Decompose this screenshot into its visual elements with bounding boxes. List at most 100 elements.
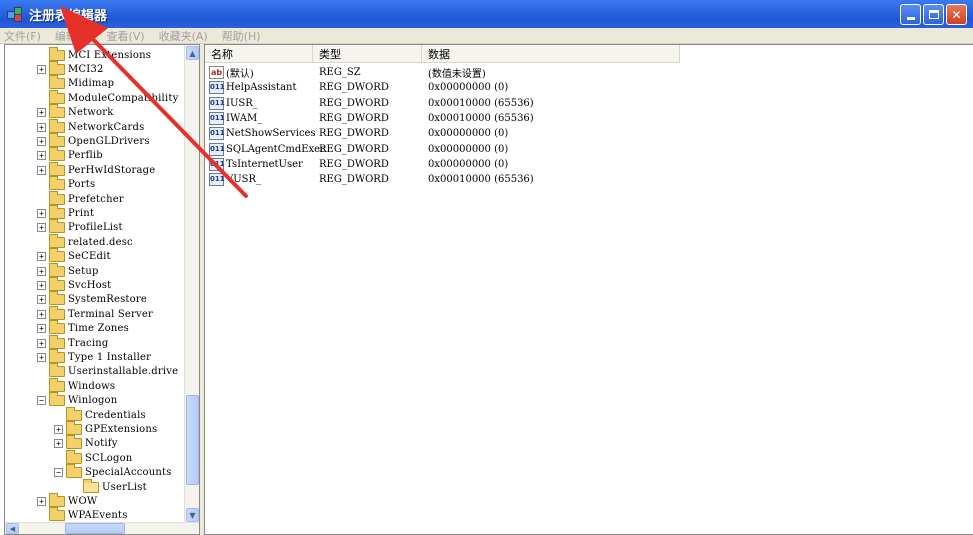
column-header-type[interactable]: 类型: [313, 45, 422, 63]
binary-value-icon: 011: [209, 157, 225, 171]
close-button[interactable]: ✕: [946, 4, 967, 25]
value-name: TsInternetUser: [226, 158, 303, 170]
column-header-data[interactable]: 数据: [422, 45, 680, 63]
minimize-button[interactable]: [900, 4, 921, 25]
tree-item[interactable]: − Winlogon: [37, 392, 117, 408]
menu-edit[interactable]: 编辑(E): [55, 28, 93, 44]
expand-icon[interactable]: +: [37, 309, 46, 319]
value-row[interactable]: 011 VUSR_ REG_DWORD 0x00010000 (65536): [205, 172, 973, 187]
tree-item[interactable]: UserList: [71, 478, 147, 494]
expand-icon[interactable]: +: [37, 223, 46, 233]
expand-icon[interactable]: +: [37, 496, 46, 506]
tree-item[interactable]: + Network: [37, 104, 114, 120]
value-name-cell: 011 HelpAssistant: [209, 80, 297, 95]
menu-favorites[interactable]: 收藏夹(A): [159, 28, 208, 44]
folder-icon: [49, 219, 65, 234]
maximize-icon: [928, 10, 939, 19]
tree-item[interactable]: + ProfileList: [37, 219, 123, 235]
expand-icon[interactable]: +: [37, 151, 46, 161]
expand-icon[interactable]: +: [37, 122, 46, 132]
tree-item[interactable]: + Notify: [54, 435, 118, 451]
collapse-icon[interactable]: −: [37, 396, 46, 406]
value-row[interactable]: 011 TsInternetUser REG_DWORD 0x00000000 (0): [205, 157, 973, 172]
tree-item[interactable]: + SvcHost: [37, 276, 111, 292]
title-bar[interactable]: 注册表编辑器 ✕: [0, 0, 973, 28]
registry-tree-pane[interactable]: MCI Extensions + MCI32 Midimap ModuleCompati…: [4, 44, 200, 535]
registry-values-pane[interactable]: 名称 类型 数据 ab (默认) REG_SZ (数值未设置) 011 HelpAssis…: [204, 44, 973, 535]
value-type: REG_DWORD: [319, 112, 389, 124]
tree-item[interactable]: + Type 1 Installer: [37, 348, 151, 364]
value-row[interactable]: 011 HelpAssistant REG_DWORD 0x00000000 (0): [205, 80, 973, 95]
tree-item[interactable]: + Time Zones: [37, 320, 129, 336]
tree-item[interactable]: + Setup: [37, 262, 99, 278]
tree-item[interactable]: + MCI32: [37, 60, 104, 76]
tree-item[interactable]: − SpecialAccounts: [54, 464, 172, 480]
tree-item[interactable]: ModuleCompatibility: [37, 89, 178, 105]
tree-item[interactable]: + GPExtensions: [54, 420, 157, 436]
value-row[interactable]: 011 IUSR_ REG_DWORD 0x00010000 (65536): [205, 96, 973, 111]
tree-horizontal-scrollbar[interactable]: ◀: [5, 522, 199, 534]
tree-item[interactable]: WPAEvents: [37, 507, 128, 523]
folder-icon: [49, 75, 65, 90]
folder-icon: [49, 507, 65, 522]
tree-item[interactable]: Userinstallable.drive: [37, 363, 178, 379]
tree-item[interactable]: + OpenGLDrivers: [37, 132, 150, 148]
collapse-icon[interactable]: −: [54, 468, 63, 478]
tree-item[interactable]: + Perflib: [37, 147, 103, 163]
expand-icon[interactable]: +: [37, 64, 46, 74]
scroll-thumb[interactable]: [186, 395, 199, 485]
column-header-name[interactable]: 名称: [205, 45, 313, 63]
value-row[interactable]: 011 SQLAgentCmdExec REG_DWORD 0x00000000 (0…: [205, 142, 973, 157]
value-row[interactable]: 011 IWAM_ REG_DWORD 0x00010000 (65536): [205, 111, 973, 126]
tree-item[interactable]: + Terminal Server: [37, 305, 153, 321]
tree-item[interactable]: Prefetcher: [37, 190, 124, 206]
expand-icon[interactable]: +: [37, 208, 46, 218]
folder-icon: [49, 89, 65, 104]
chevron-up-icon: ▲: [189, 48, 196, 58]
window-title: 注册表编辑器: [29, 8, 108, 24]
tree-item[interactable]: + SeCEdit: [37, 248, 111, 264]
value-row[interactable]: ab (默认) REG_SZ (数值未设置): [205, 65, 973, 80]
expand-icon[interactable]: +: [37, 108, 46, 118]
tree-item[interactable]: + NetworkCards: [37, 118, 144, 134]
expand-icon[interactable]: +: [37, 352, 46, 362]
expand-icon[interactable]: +: [37, 252, 46, 262]
expand-icon[interactable]: +: [37, 324, 46, 334]
tree-item[interactable]: + SystemRestore: [37, 291, 147, 307]
tree-item[interactable]: Ports: [37, 176, 95, 192]
binary-value-icon: 011: [209, 173, 225, 187]
expand-icon[interactable]: +: [37, 280, 46, 290]
menu-help[interactable]: 帮助(H): [222, 28, 261, 44]
expand-icon[interactable]: +: [54, 424, 63, 434]
tree-item[interactable]: + PerHwIdStorage: [37, 161, 155, 177]
scroll-down-button[interactable]: ▼: [186, 508, 199, 522]
expand-icon[interactable]: +: [37, 338, 46, 348]
chevron-down-icon: ▼: [189, 510, 196, 520]
expand-icon[interactable]: +: [37, 295, 46, 305]
value-name-cell: 011 IWAM_: [209, 111, 262, 126]
expand-icon[interactable]: +: [37, 136, 46, 146]
maximize-button[interactable]: [923, 4, 944, 25]
tree-vertical-scrollbar[interactable]: ▲ ▼: [184, 45, 199, 523]
menu-view[interactable]: 查看(V): [106, 28, 144, 44]
tree-item[interactable]: + Tracing: [37, 334, 108, 350]
tree-item[interactable]: Windows: [37, 377, 115, 393]
scroll-left-button[interactable]: ◀: [6, 523, 19, 534]
value-type: REG_SZ: [319, 67, 361, 78]
tree-item[interactable]: Midimap: [37, 75, 114, 91]
menu-file[interactable]: 文件(F): [4, 28, 41, 44]
scroll-up-button[interactable]: ▲: [186, 46, 199, 60]
tree-item[interactable]: + Print: [37, 204, 94, 220]
horizontal-scroll-thumb[interactable]: [65, 523, 125, 534]
expand-icon[interactable]: +: [54, 439, 63, 449]
tree-item[interactable]: related.desc: [37, 233, 133, 249]
tree-item-label: Notify: [85, 438, 118, 450]
expand-icon[interactable]: +: [37, 165, 46, 175]
value-row[interactable]: 011 NetShowServices REG_DWORD 0x00000000 (0…: [205, 126, 973, 141]
folder-icon: [49, 363, 65, 378]
tree-item[interactable]: Credentials: [54, 406, 146, 422]
tree-item[interactable]: + WOW: [37, 492, 97, 508]
expand-icon[interactable]: +: [37, 266, 46, 276]
tree-item[interactable]: SCLogon: [54, 449, 132, 465]
tree-item[interactable]: MCI Extensions: [37, 46, 151, 62]
